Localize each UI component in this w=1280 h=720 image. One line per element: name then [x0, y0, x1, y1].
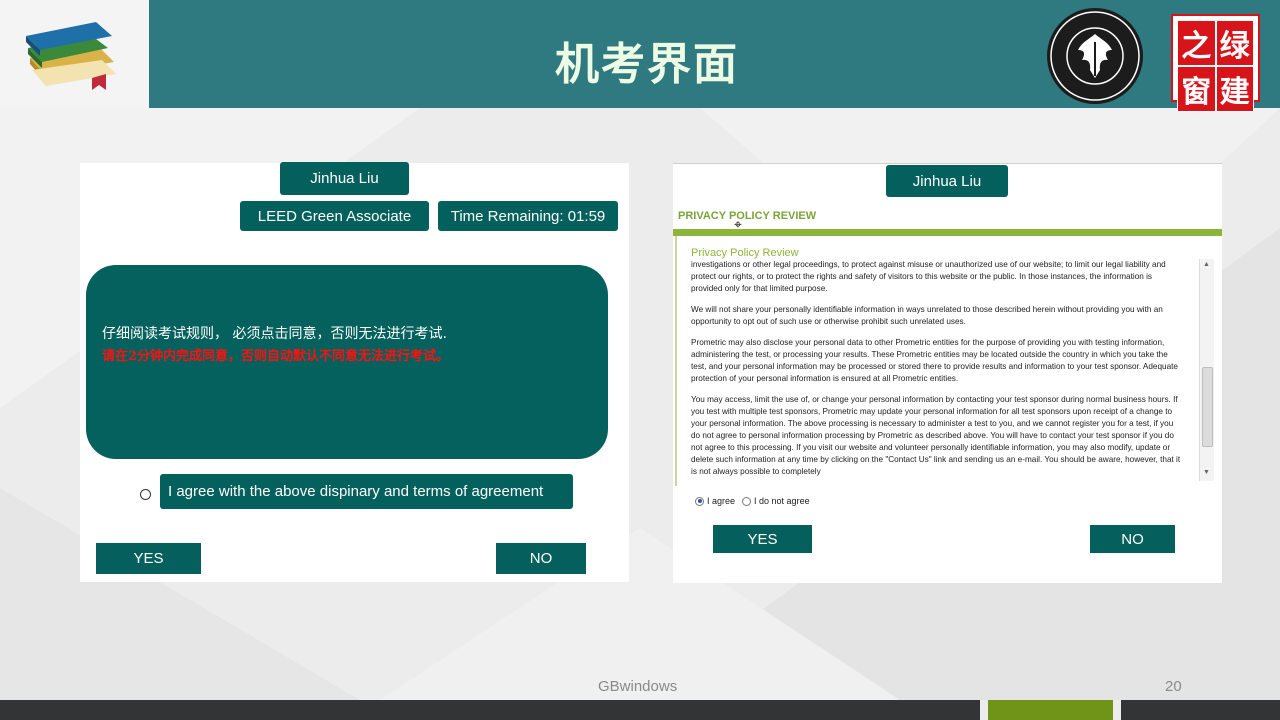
policy-subtitle: Privacy Policy Review	[691, 247, 799, 259]
policy-paragraph: investigations or other legal proceeding…	[691, 260, 1166, 293]
logo-char: 之	[1177, 20, 1216, 66]
books-icon	[26, 22, 116, 90]
section-bar	[673, 229, 1222, 236]
scroll-down-icon[interactable]: ▼	[1203, 469, 1210, 476]
logo-char: 绿	[1215, 20, 1254, 66]
section-title: PRIVACY POLICY REVIEW	[678, 210, 817, 222]
agree-radio[interactable]	[695, 496, 704, 506]
usgbc-logo-icon	[1047, 8, 1143, 104]
agree-option-label[interactable]: I agree	[707, 496, 735, 506]
time-remaining-badge: Time Remaining: 01:59	[438, 201, 618, 231]
disagree-option-label[interactable]: I do not agree	[754, 496, 810, 506]
rules-instruction: 仔细阅读考试规则， 必须点击同意，否则无法进行考试.	[102, 326, 447, 342]
top-divider	[673, 163, 1222, 164]
page-number: 20	[1165, 678, 1182, 695]
policy-paragraph: You may access, limit the use of, or cha…	[691, 395, 1181, 476]
no-button[interactable]: NO	[496, 543, 586, 574]
lvjian-logo: 之 绿 窗 建	[1171, 14, 1260, 112]
logo-char: 窗	[1177, 66, 1216, 112]
yes-button[interactable]: YES	[713, 525, 812, 553]
agree-radio[interactable]	[140, 489, 151, 500]
mouse-cursor-icon: ⌖	[734, 216, 742, 232]
rules-warning: 请在2分钟内完成同意，否则自动默认不同意无法进行考试。	[102, 349, 450, 364]
candidate-name-badge: Jinhua Liu	[886, 165, 1008, 197]
yes-button[interactable]: YES	[96, 543, 201, 574]
disagree-radio[interactable]	[742, 496, 752, 506]
scroll-up-icon[interactable]: ▲	[1203, 261, 1210, 268]
privacy-policy-screen: Jinhua Liu PRIVACY POLICY REVIEW Privacy…	[673, 163, 1222, 583]
rules-message-box: 仔细阅读考试规则， 必须点击同意，否则无法进行考试. 请在2分钟内完成同意，否则…	[86, 265, 608, 459]
exam-name-badge: LEED Green Associate	[240, 201, 429, 231]
policy-scrollbar[interactable]: ▲ ▼	[1199, 259, 1214, 481]
footer-bar-right	[1121, 700, 1280, 720]
candidate-name-badge: Jinhua Liu	[280, 162, 409, 195]
footer-accent-bar	[988, 700, 1113, 720]
scroll-thumb[interactable]	[1202, 367, 1213, 447]
policy-paragraph: Prometric may also disclose your persona…	[691, 338, 1178, 383]
agree-terms-option[interactable]: I agree with the above dispinary and ter…	[160, 474, 573, 509]
no-button[interactable]: NO	[1090, 525, 1175, 553]
footer-text: GBwindows	[598, 678, 678, 695]
exam-rules-screen: Jinhua Liu LEED Green Associate Time Rem…	[80, 162, 629, 582]
agreement-options: I agree I do not agree	[695, 496, 810, 506]
logo-char: 建	[1215, 66, 1254, 112]
footer-bar	[0, 700, 980, 720]
slide-title: 机考界面	[555, 39, 739, 90]
content-border	[675, 236, 677, 486]
policy-paragraph: We will not share your personally identi…	[691, 305, 1163, 326]
policy-text-scroll-area[interactable]: investigations or other legal proceeding…	[691, 259, 1181, 481]
